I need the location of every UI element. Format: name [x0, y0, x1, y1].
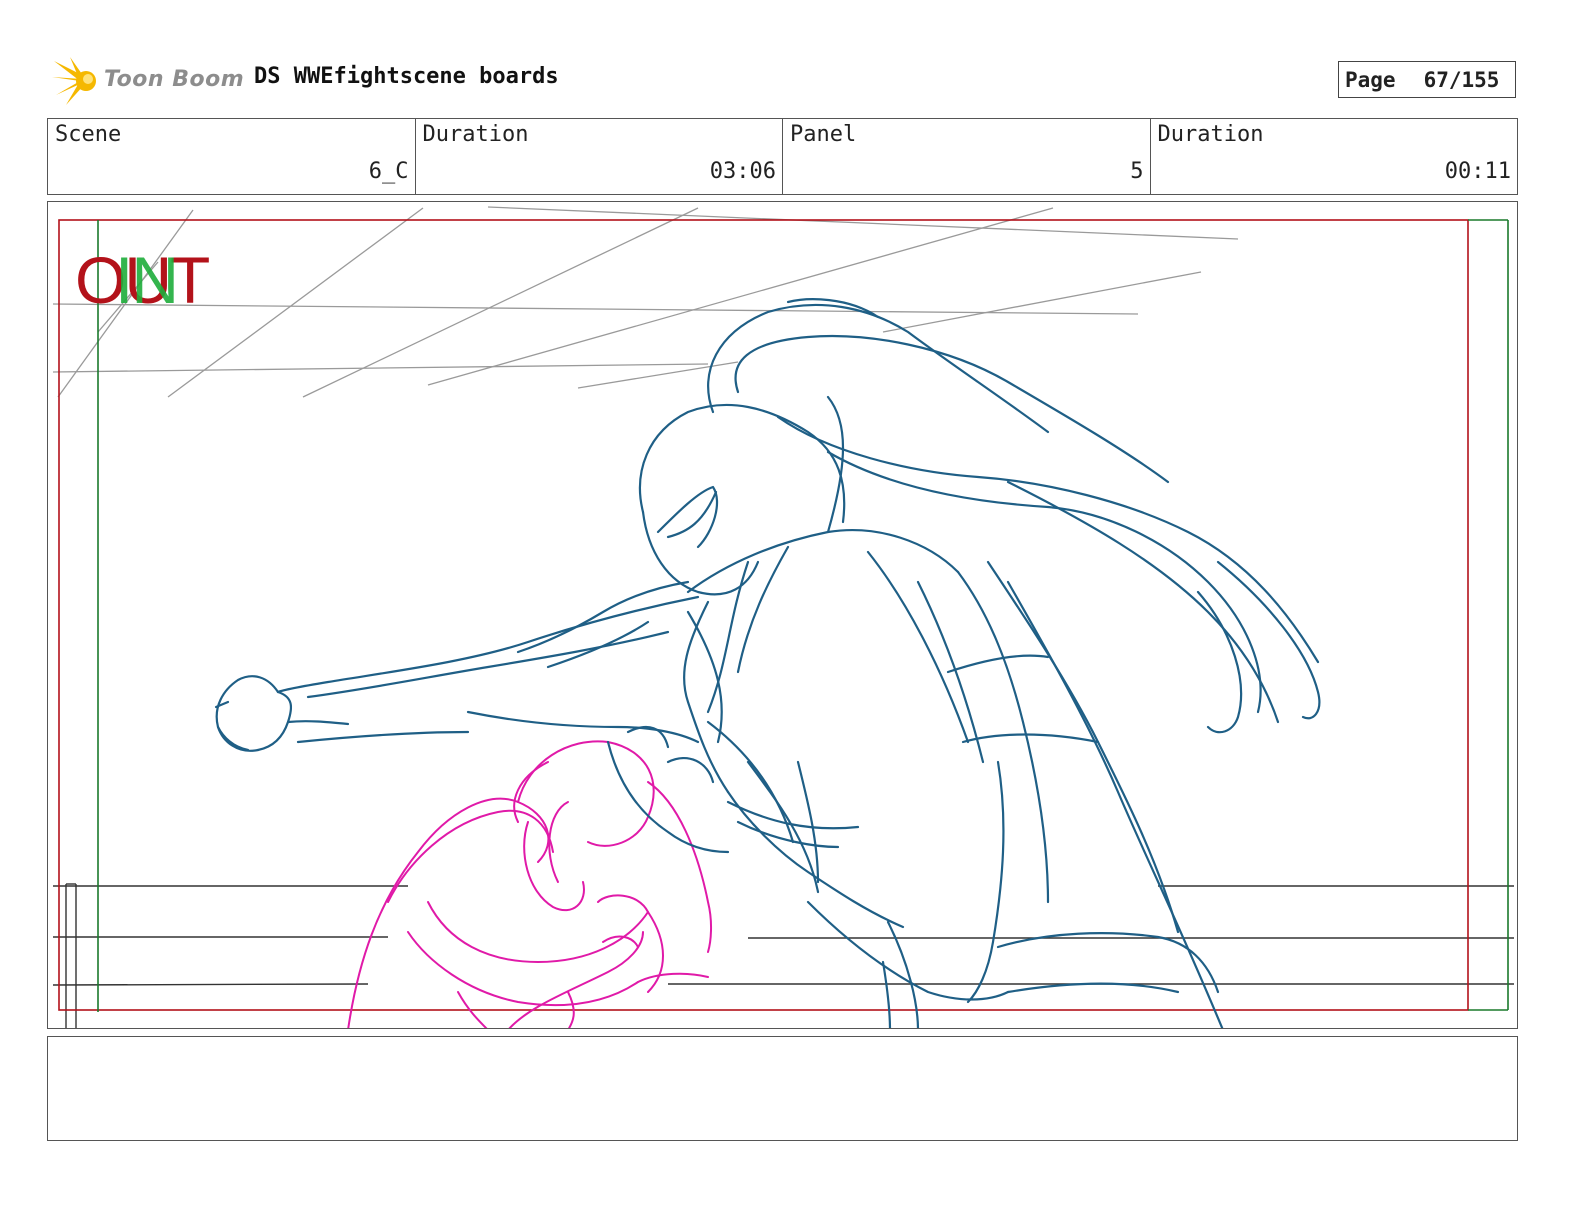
in-frame-label: IN — [115, 243, 179, 317]
panel-duration-label: Duration — [1157, 122, 1264, 147]
panel-cell: Panel 5 — [783, 119, 1151, 194]
toon-boom-logo: Toon Boom — [52, 55, 245, 107]
scene-label: Scene — [55, 122, 122, 147]
starburst-icon — [52, 57, 96, 105]
scene-value: 6_C — [368, 159, 409, 184]
page-label: Page — [1345, 67, 1396, 92]
opponent-sketch — [347, 740, 712, 1028]
background-speed-lines — [52, 206, 1239, 398]
out-frame-guide — [58, 219, 1469, 1011]
panel-notes-box[interactable] — [47, 1036, 1518, 1141]
document-title: DS WWEfightscene boards — [254, 64, 559, 89]
scene-duration-value: 03:06 — [709, 159, 776, 184]
page-number: 67/155 — [1423, 67, 1500, 92]
scene-duration-label: Duration — [422, 122, 529, 147]
panel-duration-value: 00:11 — [1444, 159, 1511, 184]
page-indicator: Page 67/155 — [1338, 61, 1516, 98]
panel-value: 5 — [1130, 159, 1144, 184]
panel-info-row: Scene 6_C Duration 03:06 Panel 5 Duratio… — [47, 118, 1518, 195]
logo-text: Toon Boom — [104, 67, 245, 92]
panel-sketch — [52, 206, 1514, 1028]
panel-duration-cell: Duration 00:11 — [1151, 119, 1518, 194]
ring-ropes — [52, 883, 1514, 1028]
panel-label: Panel — [790, 122, 857, 147]
scene-cell: Scene 6_C — [48, 119, 416, 194]
storyboard-panel: OUT IN — [47, 201, 1518, 1029]
wrestler-sketch — [214, 298, 1321, 1028]
scene-duration-cell: Duration 03:06 — [416, 119, 783, 194]
